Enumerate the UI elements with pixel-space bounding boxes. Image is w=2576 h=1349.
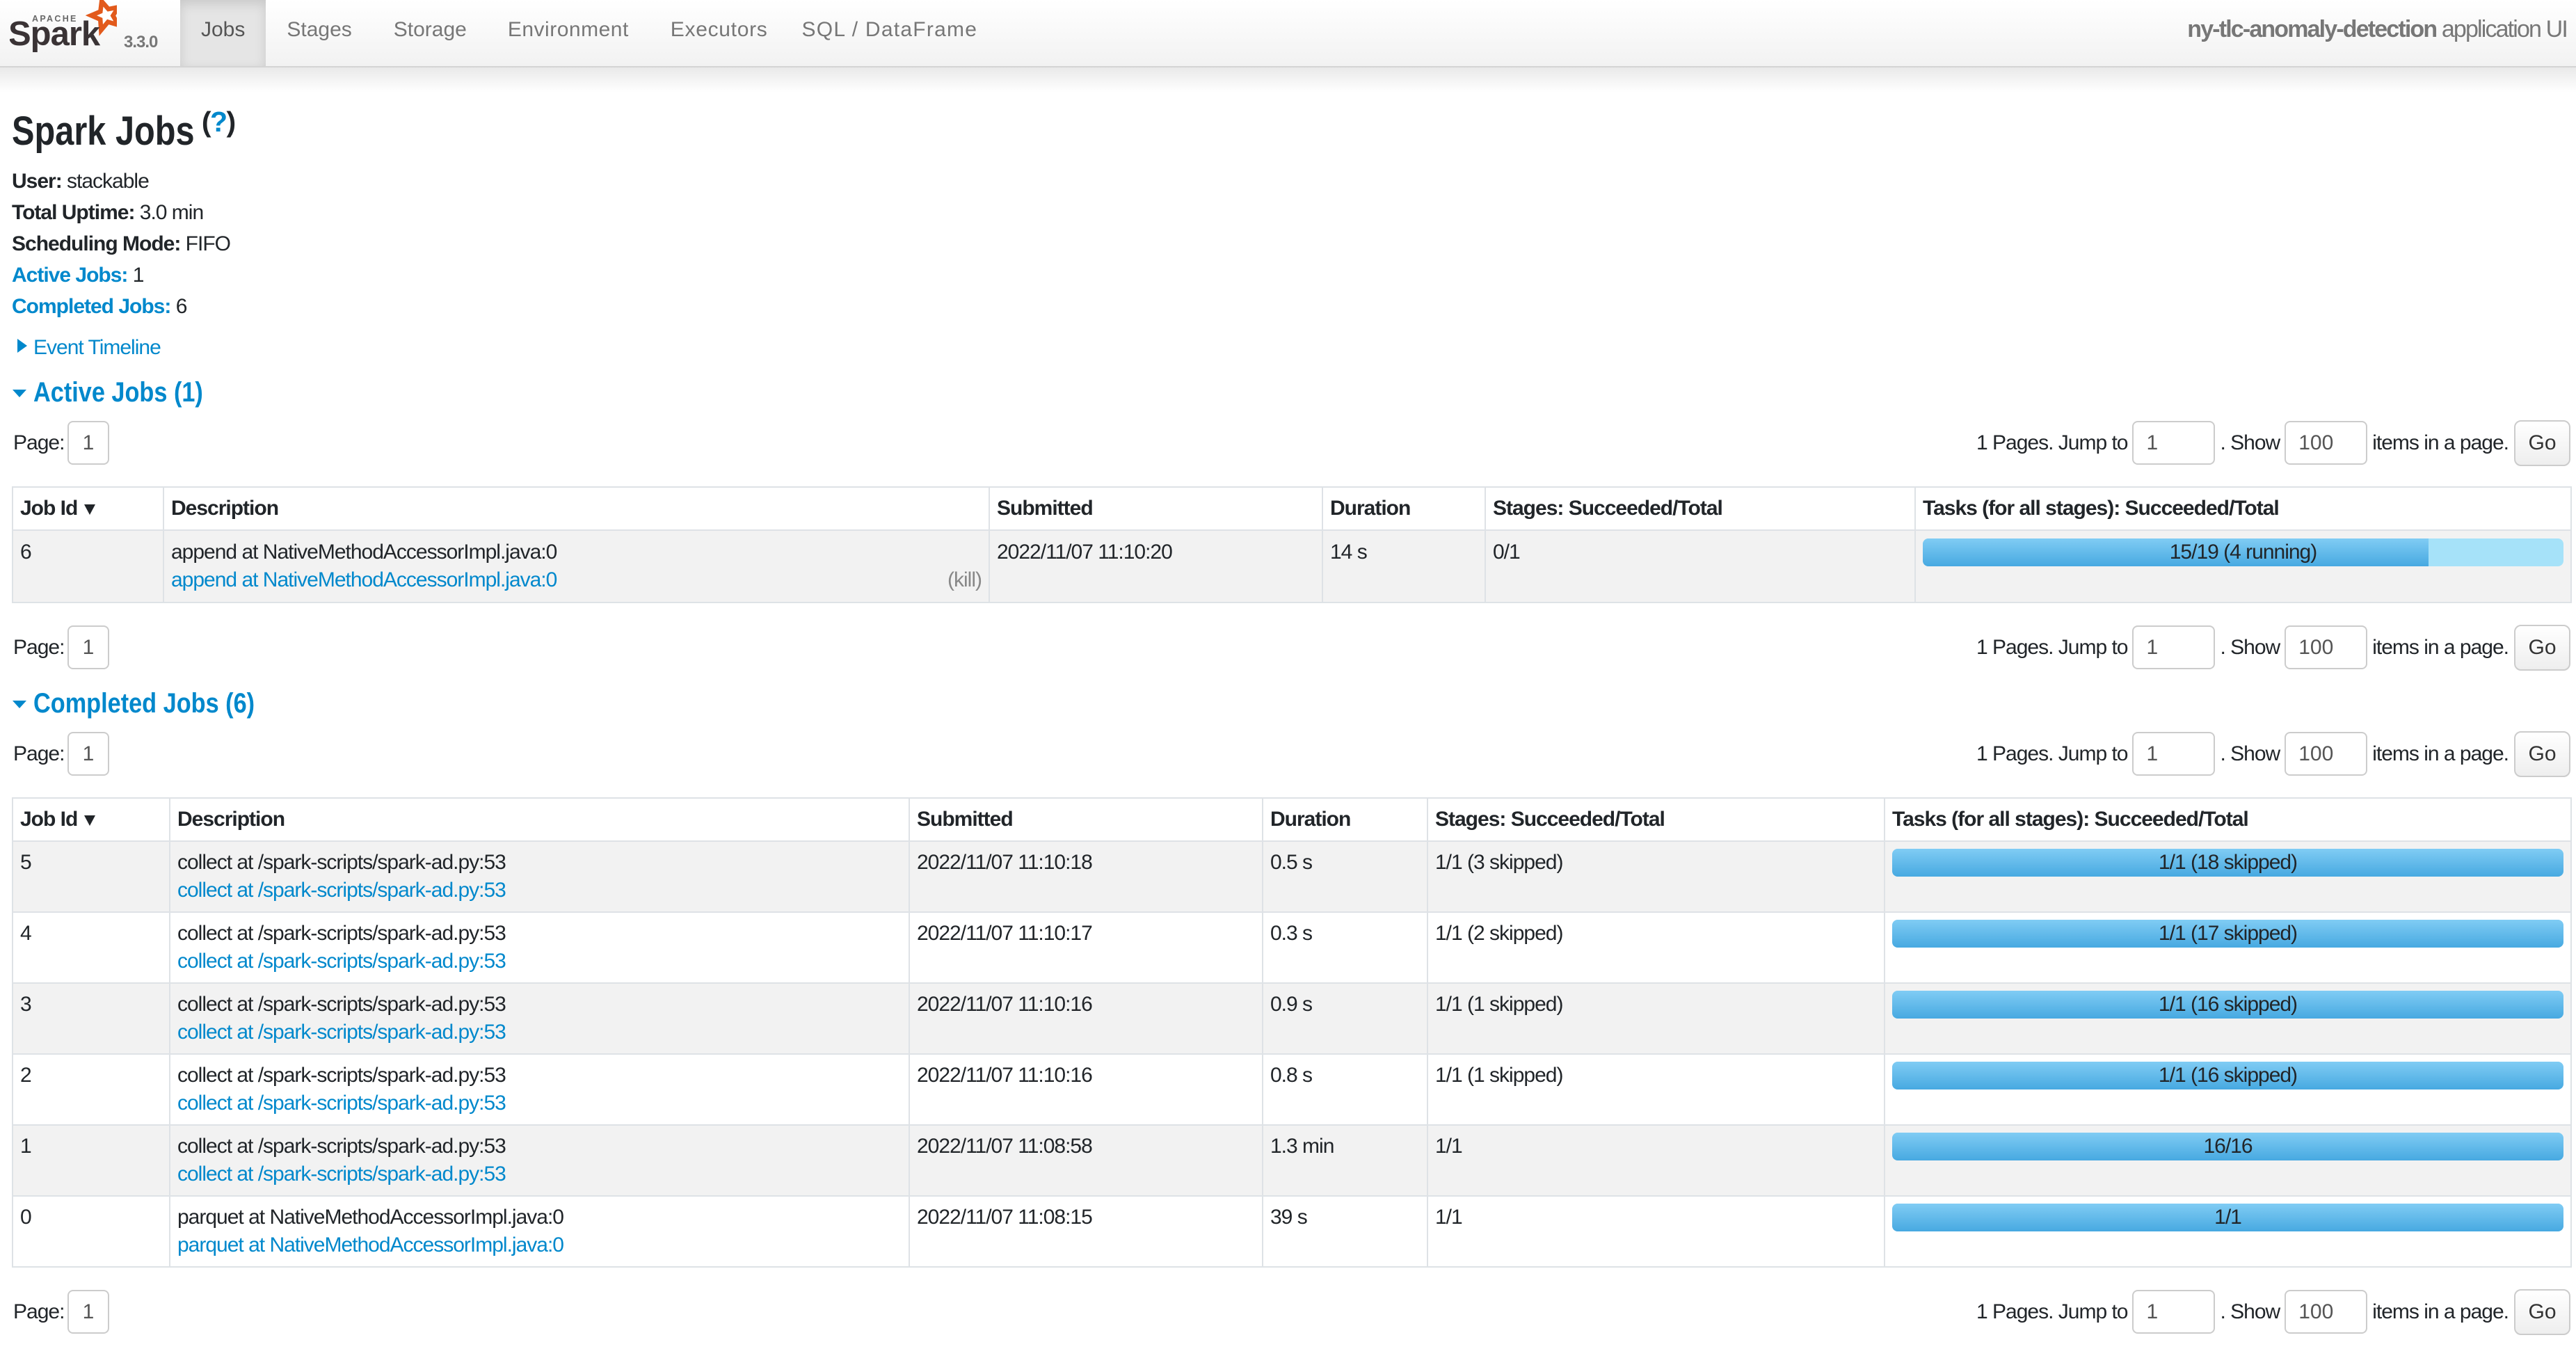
svg-text:Spark: Spark bbox=[10, 15, 101, 53]
